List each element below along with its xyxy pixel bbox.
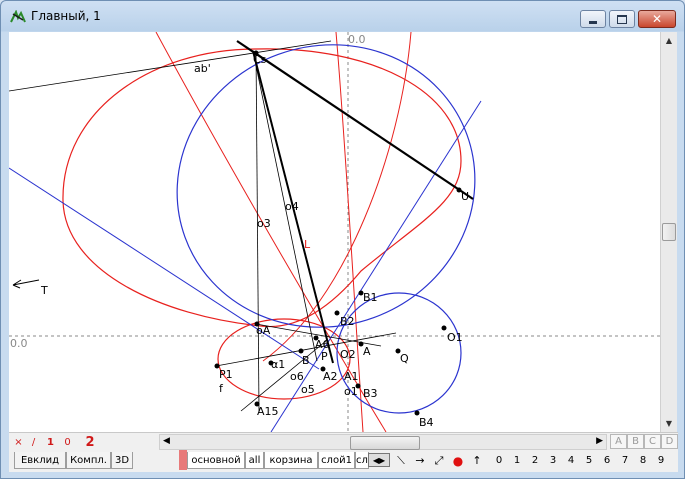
num-8[interactable]: 8 bbox=[634, 453, 652, 468]
label-q: Q bbox=[400, 352, 409, 365]
label-o4: o4 bbox=[285, 200, 299, 213]
label-o3: o3 bbox=[257, 217, 271, 230]
horizontal-scroll-thumb[interactable] bbox=[350, 436, 420, 450]
tab-row: Евклид Компл. 3D основной all корзина сл… bbox=[9, 450, 678, 472]
tab-basket[interactable]: корзина bbox=[264, 452, 318, 469]
black-line-a15[interactable] bbox=[240, 340, 327, 412]
label-a2: A2 bbox=[323, 370, 338, 383]
black-line-ab[interactable] bbox=[9, 40, 332, 92]
tab-scroll-arrows-icon[interactable]: ◀▶ bbox=[368, 453, 390, 467]
arrow-tool-icon[interactable]: → bbox=[411, 452, 429, 469]
layer-button-b[interactable]: B bbox=[627, 434, 644, 449]
tool-delete[interactable]: × bbox=[12, 435, 25, 450]
title-bar: Главный, 1 ✕ bbox=[1, 1, 684, 31]
label-ab: ab' bbox=[194, 62, 211, 75]
label-p: P bbox=[321, 350, 328, 363]
label-a15: A15 bbox=[257, 405, 279, 418]
label-p1: P1 bbox=[219, 368, 233, 381]
num-7[interactable]: 7 bbox=[616, 453, 634, 468]
tool-zero[interactable]: 0 bbox=[61, 435, 74, 450]
tab-3d[interactable]: 3D bbox=[111, 452, 133, 469]
geometry-drawing[interactable]: 0.0 0.0 ab' Cs U o4 o3 L T B1 B2 O1 A Q … bbox=[9, 32, 660, 432]
num-5[interactable]: 5 bbox=[580, 453, 598, 468]
up-arrow-icon[interactable]: ↑ bbox=[468, 452, 486, 469]
label-b: B bbox=[302, 354, 310, 367]
label-b1: B1 bbox=[363, 291, 378, 304]
window-title: Главный, 1 bbox=[31, 9, 101, 23]
vertical-scrollbar[interactable]: ▲ ▼ bbox=[660, 32, 677, 432]
main-window: Главный, 1 ✕ 0.0 0.0 ab' Cs U o4 o3 L T … bbox=[0, 0, 685, 479]
horizontal-scrollbar[interactable]: ◀ ▶ bbox=[159, 434, 607, 450]
segment-tool-icon[interactable]: ⟍ bbox=[392, 452, 410, 469]
label-l: L bbox=[304, 238, 311, 251]
num-4[interactable]: 4 bbox=[562, 453, 580, 468]
scroll-up-icon[interactable]: ▲ bbox=[661, 32, 677, 49]
label-alpha1: α1 bbox=[271, 358, 285, 371]
tool-two[interactable]: 2 bbox=[83, 435, 97, 450]
scroll-left-icon[interactable]: ◀ bbox=[163, 436, 170, 446]
tool-line[interactable]: / bbox=[27, 435, 40, 450]
tab-euclid[interactable]: Евклид bbox=[14, 452, 66, 469]
maximize-icon bbox=[617, 14, 627, 24]
layer-button-c[interactable]: C bbox=[644, 434, 661, 449]
blue-line-1[interactable] bbox=[9, 167, 320, 370]
sheet-marker bbox=[179, 450, 187, 470]
num-3[interactable]: 3 bbox=[544, 453, 562, 468]
tool-row: × / 1 0 2 ◀ ▶ A B C D bbox=[9, 432, 678, 450]
label-t: T bbox=[40, 284, 48, 297]
black-thick-line-U[interactable] bbox=[236, 40, 474, 200]
tab-complex[interactable]: Компл. bbox=[66, 452, 111, 469]
scroll-right-icon[interactable]: ▶ bbox=[596, 436, 603, 446]
close-button[interactable]: ✕ bbox=[638, 10, 676, 28]
resize-tool-icon[interactable]: ⤢ bbox=[430, 452, 448, 469]
t-arrow-icon bbox=[12, 279, 40, 289]
scroll-down-icon[interactable]: ▼ bbox=[661, 415, 677, 432]
app-icon bbox=[10, 10, 26, 23]
red-cardioid[interactable] bbox=[62, 48, 462, 328]
axis-top-label: 0.0 bbox=[348, 33, 366, 46]
vertical-scroll-thumb[interactable] bbox=[662, 223, 676, 241]
label-a1: A1 bbox=[344, 370, 359, 383]
label-a6: A6 bbox=[315, 338, 330, 351]
maximize-button[interactable] bbox=[609, 10, 635, 28]
label-b2: B2 bbox=[340, 315, 355, 328]
label-o1: O1 bbox=[447, 331, 463, 344]
num-6[interactable]: 6 bbox=[598, 453, 616, 468]
label-u: U bbox=[461, 190, 469, 203]
label-o6: o6 bbox=[290, 370, 304, 383]
axis-left-label: 0.0 bbox=[10, 337, 28, 350]
drawing-canvas[interactable]: 0.0 0.0 ab' Cs U o4 o3 L T B1 B2 O1 A Q … bbox=[9, 32, 660, 432]
tab-layer1[interactable]: слой1 bbox=[318, 452, 355, 469]
label-o1-small: o1 bbox=[344, 385, 358, 398]
num-0[interactable]: 0 bbox=[490, 453, 508, 468]
layer-button-d[interactable]: D bbox=[661, 434, 678, 449]
label-f: f bbox=[219, 382, 224, 395]
label-oa: oA bbox=[256, 324, 271, 337]
tab-all[interactable]: all bbox=[245, 452, 264, 469]
layer-button-a[interactable]: A bbox=[610, 434, 627, 449]
label-o2: O2 bbox=[340, 348, 356, 361]
num-2[interactable]: 2 bbox=[526, 453, 544, 468]
blue-large-ellipse[interactable] bbox=[137, 32, 515, 369]
num-1[interactable]: 1 bbox=[508, 453, 526, 468]
black-line-o3[interactable] bbox=[255, 50, 260, 412]
minimize-icon bbox=[589, 20, 597, 24]
minimize-button[interactable] bbox=[580, 10, 606, 28]
label-b4: B4 bbox=[419, 416, 434, 429]
label-cs: Cs bbox=[253, 53, 267, 66]
label-o5: o5 bbox=[301, 383, 315, 396]
tool-one[interactable]: 1 bbox=[44, 435, 57, 450]
close-icon: ✕ bbox=[651, 12, 663, 26]
tab-more[interactable]: сл bbox=[355, 452, 369, 469]
label-a: A bbox=[363, 345, 371, 358]
label-b3: B3 bbox=[363, 387, 378, 400]
num-9[interactable]: 9 bbox=[652, 453, 670, 468]
tab-main[interactable]: основной bbox=[187, 452, 245, 469]
point-tool-icon[interactable]: ● bbox=[449, 452, 467, 469]
